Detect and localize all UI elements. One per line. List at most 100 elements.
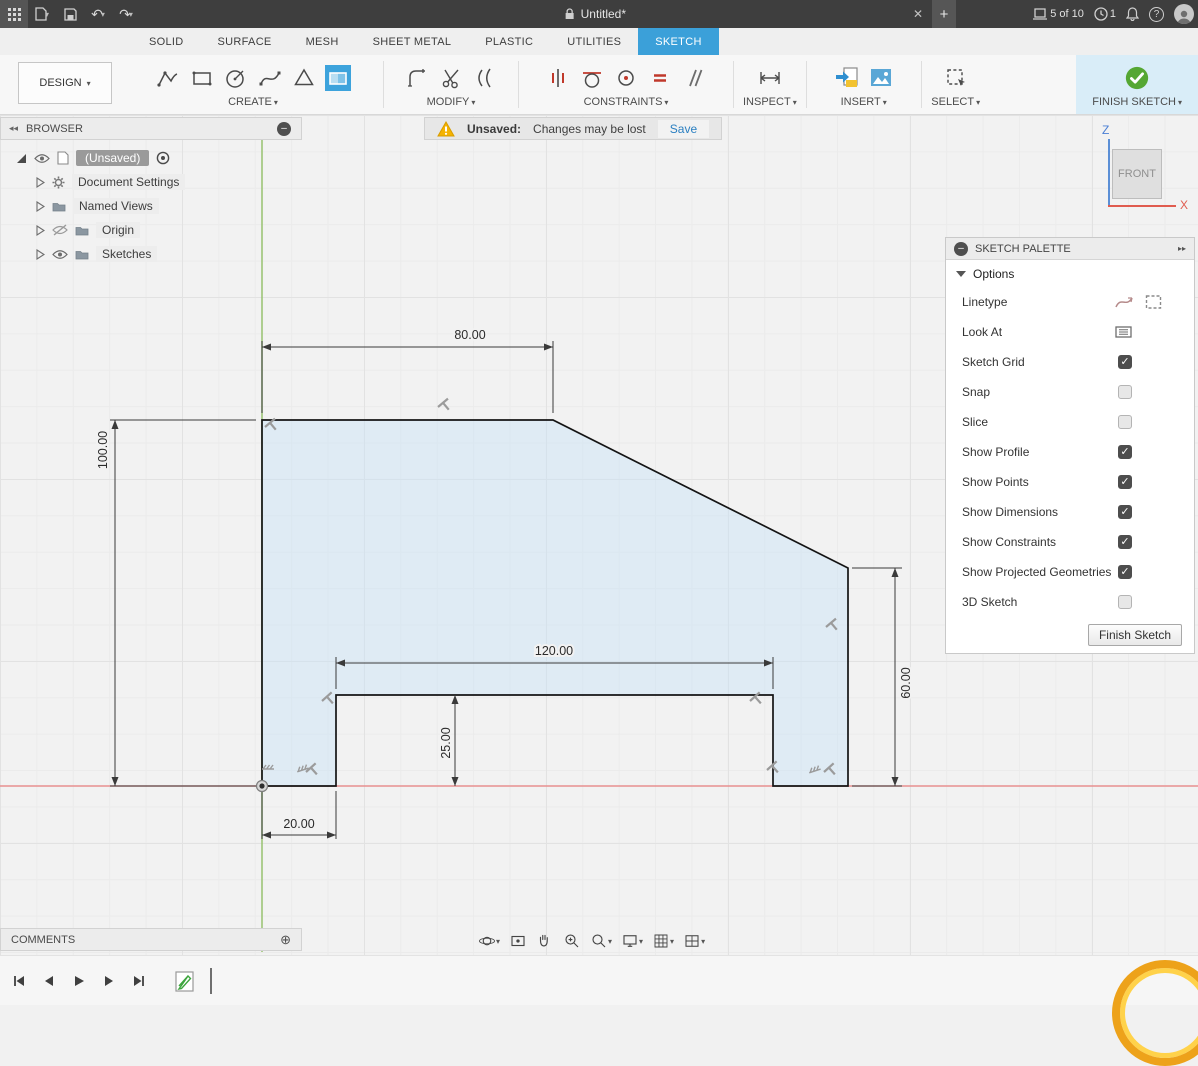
look-at-button[interactable] (509, 932, 527, 950)
timeline-go-to-end-button[interactable] (130, 972, 148, 990)
tab-sketch[interactable]: SKETCH (638, 28, 718, 55)
spline-tool-button[interactable] (257, 65, 283, 91)
dimension-bottom-left-width[interactable] (262, 791, 336, 839)
show-projected-geometries-checkbox[interactable]: ✓ (1118, 565, 1132, 579)
timeline-play-button[interactable] (70, 972, 88, 990)
linetype-curve-icon[interactable] (1115, 294, 1135, 310)
sketch-grid-checkbox[interactable]: ✓ (1118, 355, 1132, 369)
caret-right-icon[interactable] (36, 225, 45, 236)
inspect-menu[interactable]: INSPECT ▾ (743, 96, 797, 111)
dim-value-top[interactable]: 80.00 (454, 328, 485, 342)
tab-plastic[interactable]: PLASTIC (468, 28, 550, 55)
trim-tool-button[interactable] (438, 65, 464, 91)
caret-right-icon[interactable] (36, 201, 45, 212)
root-document-label[interactable]: (Unsaved) (76, 150, 149, 166)
active-rectangle-tool-button[interactable] (325, 65, 351, 91)
finish-sketch-menu[interactable]: FINISH SKETCH ▾ (1092, 96, 1182, 111)
insert-menu[interactable]: INSERT ▾ (841, 96, 887, 111)
viewcube[interactable]: Z FRONT X (1098, 123, 1198, 218)
file-menu-button[interactable]: ▾ (28, 0, 56, 28)
tree-item-label[interactable]: Sketches (96, 246, 157, 262)
help-button[interactable]: ? (1149, 7, 1164, 22)
display-settings-button[interactable]: ▾ (621, 932, 643, 950)
tree-item-label[interactable]: Origin (96, 222, 140, 238)
expand-arrow-icon[interactable] (16, 153, 27, 164)
target-icon[interactable] (156, 151, 170, 165)
show-dimensions-checkbox[interactable]: ✓ (1118, 505, 1132, 519)
dimension-top-width[interactable] (262, 341, 553, 413)
timeline-step-forward-button[interactable] (100, 972, 118, 990)
timeline-position-marker[interactable] (210, 968, 212, 994)
tab-utilities[interactable]: UTILITIES (550, 28, 638, 55)
timeline-step-back-button[interactable] (40, 972, 58, 990)
select-tool-button[interactable] (943, 65, 969, 91)
rectangle-tool-button[interactable] (189, 65, 215, 91)
tree-row-sketches[interactable]: Sketches (0, 242, 302, 266)
select-menu[interactable]: SELECT ▾ (931, 96, 980, 111)
hide-palette-icon[interactable]: – (954, 242, 968, 256)
measure-tool-button[interactable] (757, 65, 783, 91)
offset-tool-button[interactable] (472, 65, 498, 91)
grid-snaps-button[interactable]: ▾ (652, 932, 674, 950)
pan-button[interactable] (536, 932, 554, 950)
zoom-button[interactable] (563, 932, 581, 950)
tab-solid[interactable]: SOLID (132, 28, 201, 55)
eye-off-icon[interactable] (52, 224, 68, 236)
new-tab-button[interactable]: + (932, 0, 956, 28)
constraints-menu[interactable]: CONSTRAINTS ▾ (584, 96, 669, 111)
modify-menu[interactable]: MODIFY ▾ (427, 96, 476, 111)
document-tab[interactable]: Untitled* (565, 0, 626, 28)
coincident-constraint-button[interactable] (613, 65, 639, 91)
sketch-palette-header[interactable]: – SKETCH PALETTE ▸▸ (946, 238, 1194, 260)
tab-sheet-metal[interactable]: SHEET METAL (356, 28, 469, 55)
polygon-tool-button[interactable] (291, 65, 317, 91)
look-at-icon[interactable] (1115, 325, 1132, 340)
close-tab-button[interactable]: ✕ (906, 0, 930, 28)
fit-button[interactable]: ▾ (590, 932, 612, 950)
caret-right-icon[interactable] (36, 249, 45, 260)
dim-value-right[interactable]: 60.00 (899, 667, 913, 698)
workspace-selector-button[interactable]: DESIGN ▾ (18, 62, 112, 104)
eye-icon[interactable] (34, 153, 50, 164)
3d-sketch-checkbox[interactable]: ✓ (1118, 595, 1132, 609)
circle-tool-button[interactable] (223, 65, 249, 91)
tree-item-label[interactable]: Document Settings (72, 174, 185, 190)
avatar[interactable] (1174, 4, 1194, 24)
insert-svg-button[interactable] (834, 65, 860, 91)
comments-header[interactable]: COMMENTS ⊕ (0, 928, 302, 951)
linetype-construction-icon[interactable] (1145, 294, 1162, 310)
dim-value-left[interactable]: 100.00 (96, 431, 110, 469)
finish-sketch-button[interactable] (1124, 65, 1150, 91)
sketch-profile[interactable] (262, 420, 848, 786)
redo-button[interactable]: ↷ ▾ (112, 0, 140, 28)
equal-constraint-button[interactable] (647, 65, 673, 91)
timeline-go-to-start-button[interactable] (10, 972, 28, 990)
options-section-header[interactable]: Options (946, 260, 1194, 287)
session-status[interactable]: 5 of 10 (1032, 8, 1084, 21)
browser-header[interactable]: ◂◂ BROWSER – (0, 117, 302, 140)
timeline-sketch-feature[interactable] (174, 968, 196, 994)
notifications-button[interactable] (1126, 7, 1139, 21)
tab-mesh[interactable]: MESH (289, 28, 356, 55)
create-menu[interactable]: CREATE ▾ (228, 96, 278, 111)
show-constraints-checkbox[interactable]: ✓ (1118, 535, 1132, 549)
snap-checkbox[interactable]: ✓ (1118, 385, 1132, 399)
save-link[interactable]: Save (658, 120, 709, 138)
hide-browser-icon[interactable]: – (277, 122, 291, 136)
caret-right-icon[interactable] (36, 177, 45, 188)
parallel-constraint-button[interactable] (681, 65, 707, 91)
job-status-button[interactable]: 1 (1094, 7, 1116, 21)
fillet-tool-button[interactable] (404, 65, 430, 91)
orbit-button[interactable]: ▾ (478, 932, 500, 950)
save-button[interactable] (56, 0, 84, 28)
dimension-left-height[interactable] (110, 420, 256, 786)
origin-point[interactable] (257, 781, 268, 792)
dim-value-middle[interactable]: 120.00 (535, 644, 573, 658)
tangent-constraint-button[interactable] (579, 65, 605, 91)
dimension-right-height[interactable] (852, 568, 902, 786)
eye-icon[interactable] (52, 249, 68, 260)
show-points-checkbox[interactable]: ✓ (1118, 475, 1132, 489)
tree-row-root[interactable]: (Unsaved) (0, 146, 302, 170)
viewcube-front-face[interactable]: FRONT (1112, 149, 1162, 199)
collapse-right-icon[interactable]: ▸▸ (1178, 244, 1186, 253)
